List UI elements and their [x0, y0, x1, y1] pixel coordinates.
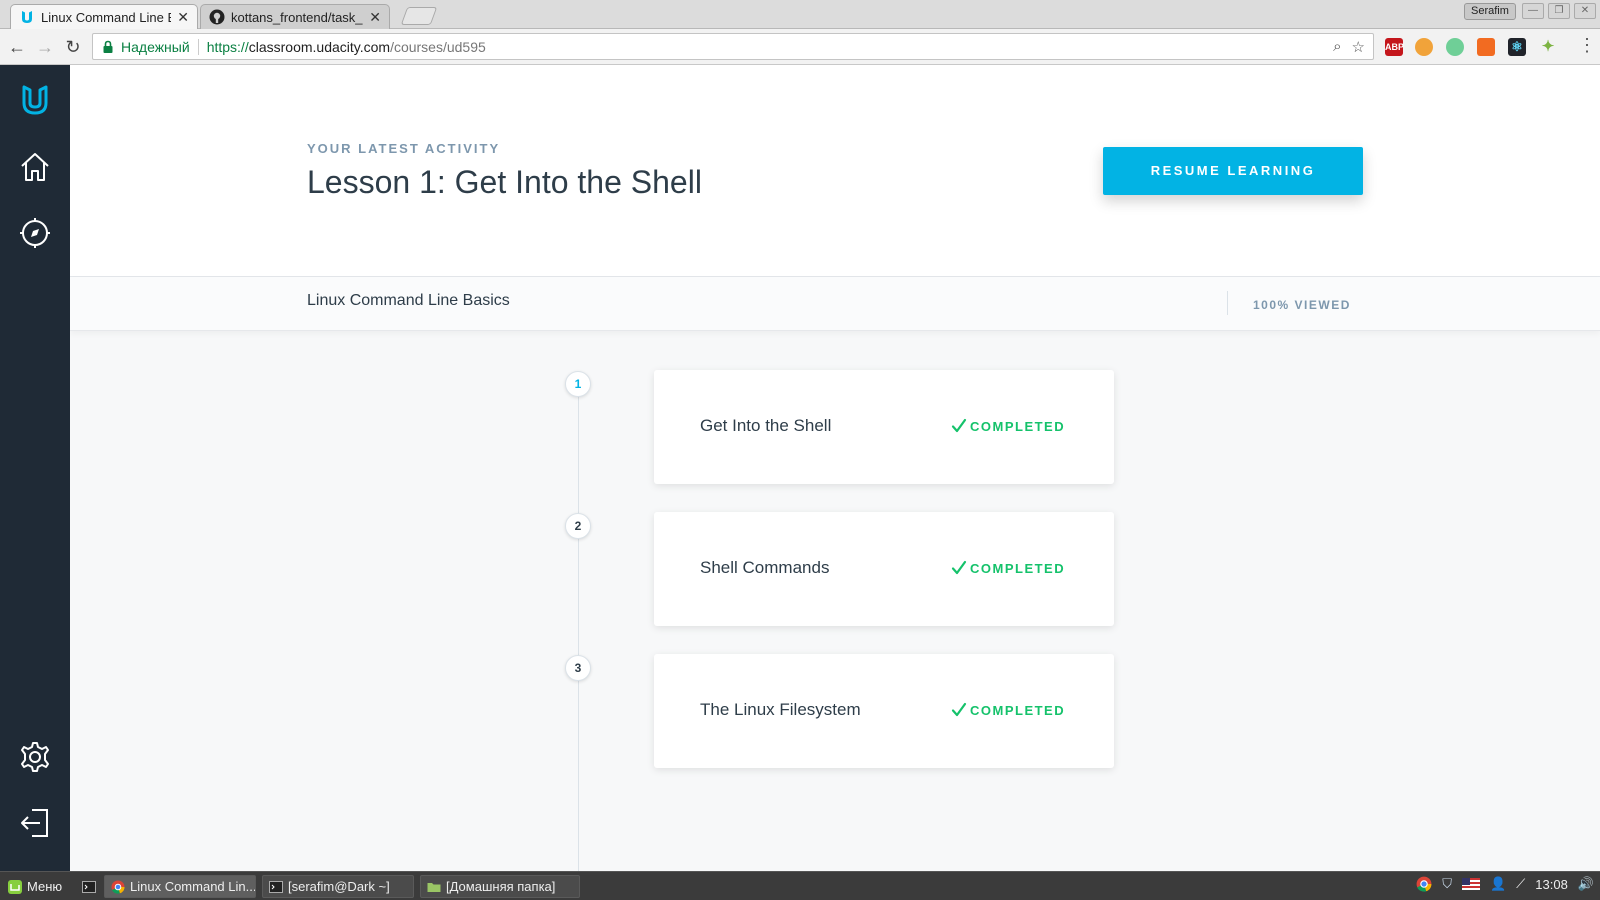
- taskbar-window-label: [serafim@Dark ~]: [288, 879, 390, 894]
- lesson-status: COMPLETED: [951, 418, 1065, 434]
- lesson-card-title: Get Into the Shell: [700, 416, 832, 435]
- back-arrow-icon[interactable]: ←: [6, 36, 28, 58]
- extension-icon-3[interactable]: [1446, 38, 1464, 56]
- resume-learning-button[interactable]: RESUME LEARNING: [1103, 147, 1363, 195]
- browser-tab[interactable]: kottans_frontend/task_1 ✕: [200, 4, 390, 29]
- terminal-launcher-icon[interactable]: [76, 875, 98, 898]
- home-icon[interactable]: [15, 147, 55, 187]
- browser-menu-icon[interactable]: ⋮: [1578, 35, 1596, 56]
- latest-lesson-title[interactable]: Lesson 1: Get Into the Shell: [307, 164, 702, 201]
- logout-icon[interactable]: [15, 803, 55, 843]
- latest-activity-kicker: YOUR LATEST ACTIVITY: [307, 141, 501, 156]
- extension-icon-6[interactable]: ✦: [1539, 38, 1557, 56]
- close-tab-icon[interactable]: ✕: [369, 9, 381, 26]
- omnibox-separator: [197, 38, 199, 55]
- close-tab-icon[interactable]: ✕: [177, 9, 189, 26]
- url-scheme: https://: [206, 38, 249, 55]
- lesson-status-label: COMPLETED: [970, 418, 1066, 434]
- profile-badge[interactable]: Serafim: [1464, 3, 1516, 20]
- course-name: Linux Command Line Basics: [307, 292, 510, 309]
- settings-gear-icon[interactable]: [15, 737, 55, 777]
- forward-arrow-icon[interactable]: →: [34, 36, 56, 58]
- main-content: YOUR LATEST ACTIVITY Lesson 1: Get Into …: [70, 65, 1600, 871]
- new-tab-button[interactable]: [400, 7, 438, 25]
- udacity-favicon-icon: [22, 11, 32, 23]
- course-divider: [1227, 291, 1228, 315]
- react-devtools-icon[interactable]: ⚛: [1508, 38, 1526, 56]
- compass-icon[interactable]: [15, 213, 55, 253]
- lesson-step-number: 3: [565, 655, 591, 681]
- shield-icon[interactable]: ⛉: [1442, 876, 1452, 892]
- lesson-status-label: COMPLETED: [970, 702, 1066, 718]
- lesson-step-number: 1: [565, 371, 591, 397]
- lesson-card-title: The Linux Filesystem: [700, 700, 861, 719]
- system-tray: ⛉ 👤 ⟋ 13:08 🔊: [1416, 876, 1594, 892]
- url-host: classroom.udacity.com: [248, 38, 391, 55]
- course-viewed-progress: 100% VIEWED: [1253, 298, 1351, 312]
- lesson-step-number: 2: [565, 513, 591, 539]
- user-icon[interactable]: 👤: [1490, 876, 1506, 892]
- lesson-status: COMPLETED: [951, 560, 1065, 576]
- browser-tab-bar: Linux Command Line Ba ✕ kottans_frontend…: [0, 0, 1600, 29]
- extension-icon-2[interactable]: [1415, 38, 1433, 56]
- terminal-icon: [269, 880, 283, 893]
- timeline-line: [578, 383, 579, 871]
- os-taskbar: Меню Linux Command Lin... [serafim@Dark …: [0, 871, 1600, 900]
- network-icon[interactable]: ⟋: [1516, 876, 1525, 892]
- volume-icon[interactable]: 🔊: [1578, 876, 1594, 892]
- start-menu-button[interactable]: Меню: [2, 875, 72, 898]
- extension-icon-4[interactable]: [1477, 38, 1495, 56]
- folder-icon: [427, 882, 441, 892]
- chrome-tray-icon[interactable]: [1416, 876, 1432, 892]
- lock-icon: [103, 40, 113, 53]
- close-window-icon[interactable]: ✕: [1574, 3, 1596, 19]
- keyboard-layout-flag-icon[interactable]: [1461, 878, 1480, 890]
- taskbar-window-chrome[interactable]: Linux Command Lin...: [104, 875, 256, 898]
- reload-icon[interactable]: ↻: [62, 36, 84, 58]
- maximize-icon[interactable]: ❐: [1548, 3, 1570, 19]
- adblock-icon[interactable]: ABP: [1385, 38, 1404, 56]
- lesson-card[interactable]: The Linux Filesystem COMPLETED: [654, 654, 1114, 768]
- taskbar-window-file-manager[interactable]: [Домашняя папка]: [420, 875, 580, 898]
- github-favicon-icon: [209, 9, 225, 25]
- checkmark-icon: [951, 560, 967, 575]
- taskbar-window-label: Linux Command Lin...: [130, 879, 256, 894]
- lesson-status-label: COMPLETED: [970, 560, 1066, 576]
- taskbar-window-label: [Домашняя папка]: [446, 879, 556, 894]
- checkmark-icon: [951, 702, 967, 717]
- clock[interactable]: 13:08: [1535, 877, 1568, 892]
- lesson-status: COMPLETED: [951, 702, 1065, 718]
- browser-tab-active[interactable]: Linux Command Line Ba ✕: [10, 4, 198, 29]
- secure-label: Надежный: [121, 38, 190, 55]
- bookmark-star-icon[interactable]: ☆: [1352, 38, 1365, 56]
- zoom-icon[interactable]: ⌕: [1333, 38, 1341, 56]
- terminal-icon: [82, 880, 96, 893]
- latest-activity-panel: YOUR LATEST ACTIVITY Lesson 1: Get Into …: [70, 65, 1600, 277]
- lesson-card-title: Shell Commands: [700, 558, 830, 577]
- udacity-logo-icon[interactable]: [15, 80, 55, 120]
- tab-title: Linux Command Line Ba: [41, 9, 172, 25]
- lesson-card[interactable]: Get Into the Shell COMPLETED: [654, 370, 1114, 484]
- sidebar: [0, 65, 70, 871]
- start-menu-label: Меню: [27, 879, 63, 894]
- url-path: /courses/ud595: [390, 38, 486, 55]
- lesson-card[interactable]: Shell Commands COMPLETED: [654, 512, 1114, 626]
- screen: Linux Command Line Ba ✕ kottans_frontend…: [0, 0, 1600, 900]
- checkmark-icon: [951, 418, 967, 433]
- browser-toolbar: ← → ↻ Надежный https://classroom.udacity…: [0, 29, 1600, 65]
- address-bar[interactable]: Надежный https://classroom.udacity.com/c…: [92, 33, 1374, 60]
- course-header-bar: Linux Command Line Basics 100% VIEWED: [70, 277, 1600, 331]
- chrome-icon: [111, 880, 125, 894]
- mint-logo-icon: [8, 879, 22, 894]
- omnibox-actions: ⌕ ☆: [1333, 38, 1365, 56]
- minimize-icon[interactable]: —: [1522, 3, 1544, 19]
- taskbar-window-terminal[interactable]: [serafim@Dark ~]: [262, 875, 414, 898]
- tab-title: kottans_frontend/task_1: [231, 9, 364, 25]
